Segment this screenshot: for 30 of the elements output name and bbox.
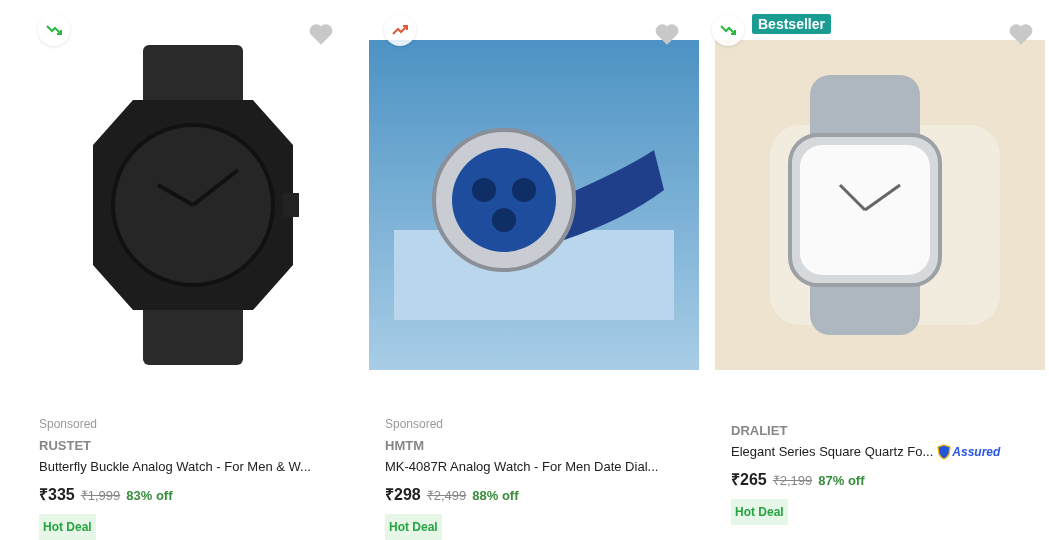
trend-button[interactable] bbox=[712, 14, 744, 46]
brand-name: RUSTET bbox=[39, 437, 92, 455]
sponsored-label: Sponsored bbox=[385, 416, 445, 432]
original-price: ₹2,499 bbox=[426, 487, 467, 504]
discount-label: 83% off bbox=[126, 488, 173, 503]
bestseller-tag: Bestseller bbox=[752, 14, 831, 34]
brand-name: DRALIET bbox=[731, 422, 789, 440]
trend-button[interactable] bbox=[38, 14, 70, 46]
shield-icon bbox=[937, 444, 952, 460]
product-image[interactable] bbox=[369, 40, 699, 370]
hot-deal-tag: Hot Deal bbox=[731, 499, 788, 525]
original-price: ₹2,199 bbox=[772, 472, 813, 489]
trend-button[interactable] bbox=[384, 14, 416, 46]
product-title[interactable]: Butterfly Buckle Analog Watch - For Men & W... bbox=[39, 458, 311, 476]
assured-label: Assured bbox=[952, 445, 1001, 459]
hot-deal-tag: Hot Deal bbox=[39, 514, 96, 540]
hot-deal-tag: Hot Deal bbox=[385, 514, 442, 540]
product-title[interactable]: MK-4087R Analog Watch - For Men Date Dial... bbox=[385, 458, 659, 476]
heart-icon[interactable] bbox=[654, 22, 680, 46]
sponsored-label: Sponsored bbox=[39, 416, 99, 432]
heart-icon[interactable] bbox=[1008, 22, 1034, 46]
product-title[interactable]: Elegant Series Square Quartz Fo... bbox=[731, 443, 934, 461]
price: ₹335 bbox=[39, 485, 75, 505]
heart-icon[interactable] bbox=[308, 22, 334, 46]
price: ₹265 bbox=[731, 470, 767, 490]
discount-label: 87% off bbox=[818, 473, 865, 488]
price: ₹298 bbox=[385, 485, 421, 505]
discount-label: 88% off bbox=[472, 488, 519, 503]
brand-name: HMTM bbox=[385, 437, 425, 455]
original-price: ₹1,999 bbox=[80, 487, 121, 504]
